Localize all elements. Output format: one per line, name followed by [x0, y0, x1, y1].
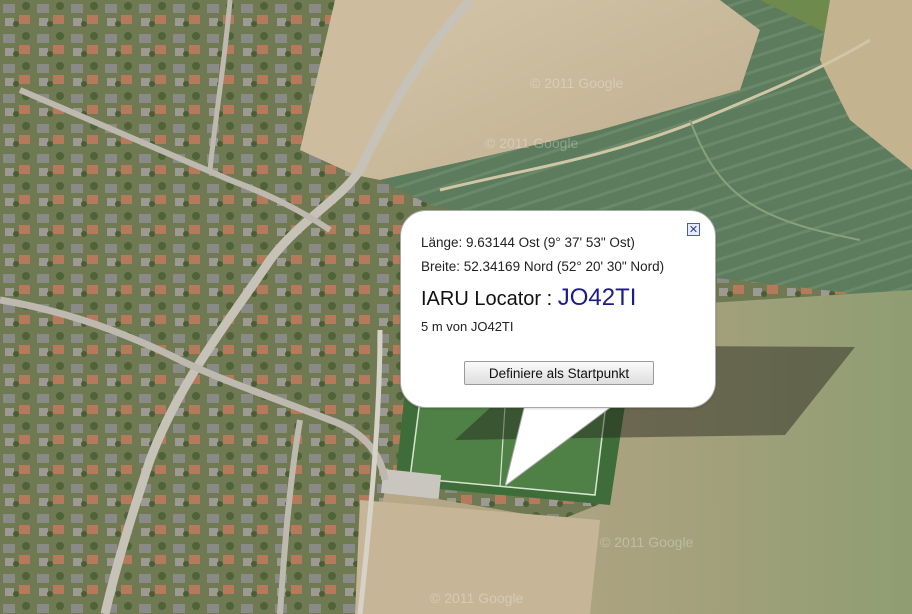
- close-icon[interactable]: ✕: [687, 223, 700, 236]
- longitude-text: Länge: 9.63144 Ost (9° 37' 53" Ost): [421, 235, 635, 250]
- info-window: ✕ Länge: 9.63144 Ost (9° 37' 53" Ost) Br…: [400, 210, 716, 408]
- locator-label: IARU Locator :: [421, 288, 558, 310]
- satellite-map[interactable]: © 2011 Google © 2011 Google © 2011 Googl…: [0, 0, 912, 614]
- latitude-text: Breite: 52.34169 Nord (52° 20' 30" Nord): [421, 259, 665, 274]
- locator-value: JO42TI: [557, 284, 637, 311]
- set-start-point-button[interactable]: Definiere als Startpunkt: [464, 361, 654, 385]
- distance-text: 5 m von JO42TI: [421, 319, 514, 334]
- locator-row: IARU Locator : JO42TI: [421, 284, 636, 312]
